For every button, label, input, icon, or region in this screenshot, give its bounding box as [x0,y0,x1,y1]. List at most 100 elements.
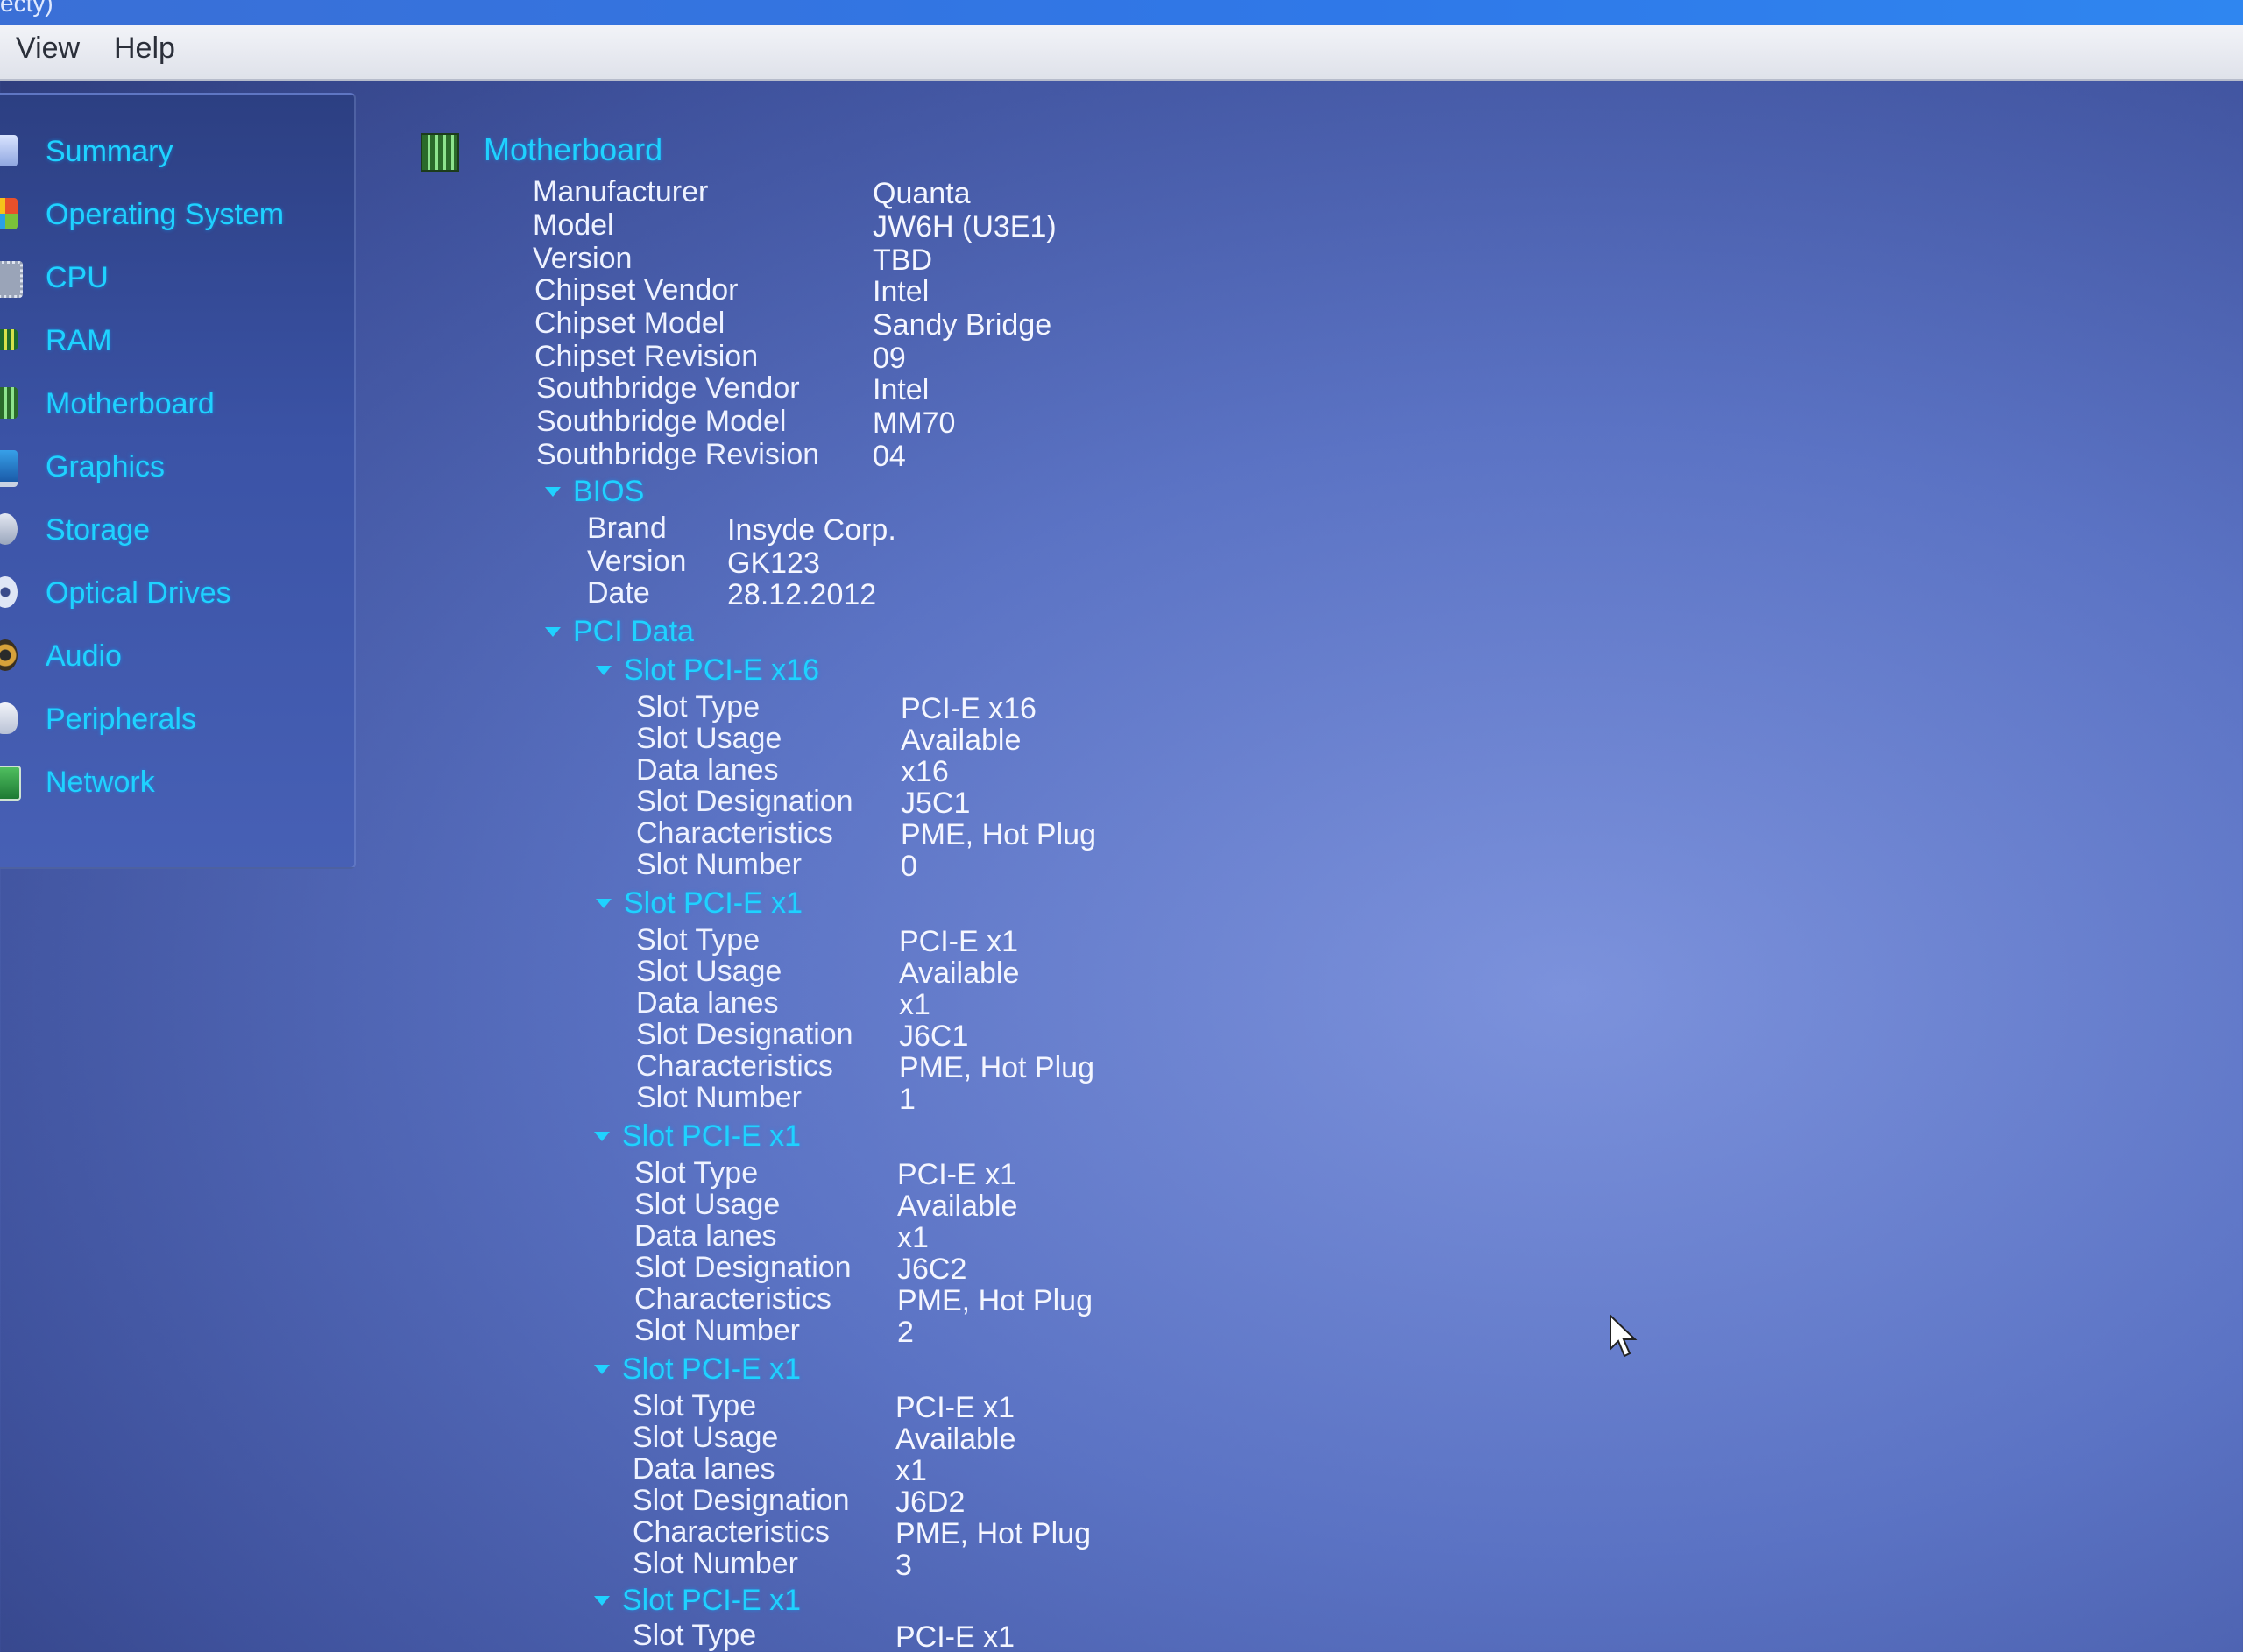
prop-value: PCI-E x1 [895,1620,1015,1652]
prop-value: 04 [873,440,906,473]
prop-label: Manufacturer [533,175,709,208]
sidebar-item-operating-system[interactable]: Operating System [0,189,343,238]
prop-value: 09 [873,342,906,375]
prop-value: PME, Hot Plug [899,1051,1094,1084]
slot-toggle[interactable]: Slot PCI-E x16 [596,653,819,688]
prop-label: Slot Number [636,848,802,881]
sidebar-item-storage[interactable]: Storage [0,505,343,554]
title-bar: ecty) [0,0,2243,25]
prop-label: Slot Number [634,1314,800,1347]
prop-label: Slot Usage [634,1188,781,1221]
sidebar-item-label: Network [46,766,155,799]
sidebar-item-cpu[interactable]: CPU [0,252,343,301]
prop-value: J6C1 [899,1020,969,1053]
slot-toggle[interactable]: Slot PCI-E x1 [594,1584,801,1618]
group-title: BIOS [573,475,645,508]
prop-label: Southbridge Vendor [536,371,800,405]
sidebar-item-label: Optical Drives [46,576,231,610]
prop-label: Data lanes [634,1219,777,1253]
sidebar-item-graphics[interactable]: Graphics [0,441,343,491]
slot-title: Slot PCI-E x1 [622,1352,802,1386]
cpu-icon [0,261,23,298]
prop-label: Southbridge Model [536,405,787,438]
prop-label: Southbridge Revision [536,438,820,471]
slot-toggle[interactable]: Slot PCI-E x1 [596,886,803,921]
prop-value: x1 [897,1221,929,1254]
prop-value: PME, Hot Plug [901,818,1096,851]
expand-arrow-icon[interactable] [594,1364,610,1374]
prop-value: Insyde Corp. [727,513,896,547]
prop-value: 28.12.2012 [727,578,877,611]
prop-value: J5C1 [901,787,971,820]
prop-value: MM70 [873,406,956,440]
sidebar-item-label: RAM [46,324,112,357]
expand-arrow-icon[interactable] [545,626,561,637]
prop-label: Slot Designation [633,1484,850,1517]
sidebar-item-label: CPU [46,261,109,294]
prop-value: 2 [897,1316,914,1349]
prop-value: PCI-E x1 [897,1158,1017,1191]
prop-label: Slot Designation [636,1018,853,1051]
prop-label: Characteristics [636,1049,833,1083]
menu-view[interactable]: View [16,32,80,66]
prop-label: Chipset Model [534,307,725,340]
prop-label: Characteristics [636,816,833,850]
prop-label: Slot Designation [636,785,853,818]
expand-arrow-icon[interactable] [594,1595,610,1606]
window-title: ecty) [0,0,53,17]
prop-value: PCI-E x1 [899,925,1019,958]
sidebar-item-network[interactable]: Network [0,757,343,806]
bios-group-toggle[interactable]: BIOS [545,475,644,509]
prop-value: TBD [873,244,932,277]
prop-label: Chipset Vendor [534,273,739,307]
mouse-cursor-icon [1610,1314,1638,1358]
summary-icon [0,135,18,166]
prop-value: x1 [895,1454,927,1487]
prop-label: Version [533,242,633,275]
menu-bar: View Help [0,25,2243,81]
prop-label: Slot Type [633,1619,757,1652]
pci-group-toggle[interactable]: PCI Data [545,615,694,649]
expand-arrow-icon[interactable] [545,486,561,497]
prop-label: Date [587,576,650,610]
os-icon [0,198,18,229]
prop-value: J6D2 [895,1486,966,1519]
prop-value: x16 [901,755,949,788]
sidebar-item-optical-drives[interactable]: Optical Drives [0,568,343,617]
expand-arrow-icon[interactable] [596,665,612,675]
prop-label: Data lanes [633,1452,775,1486]
prop-label: Slot Type [636,923,761,957]
prop-label: Brand [587,512,667,545]
sidebar-item-summary[interactable]: Summary [0,126,343,175]
motherboard-icon [421,133,459,172]
peripherals-icon [0,702,18,734]
sidebar-item-peripherals[interactable]: Peripherals [0,694,343,743]
slot-toggle[interactable]: Slot PCI-E x1 [594,1119,801,1154]
section-title: Motherboard [484,131,663,167]
sidebar-item-motherboard[interactable]: Motherboard [0,378,343,427]
menu-help[interactable]: Help [114,32,175,66]
prop-label: Model [533,208,614,242]
prop-label: Characteristics [633,1515,830,1549]
optical-drive-icon [0,576,18,608]
prop-label: Data lanes [636,753,779,787]
sidebar-item-label: Motherboard [46,387,215,420]
sidebar-item-label: Storage [46,513,151,547]
prop-label: Version [587,545,687,578]
prop-value: PCI-E x16 [901,692,1037,725]
prop-value: PME, Hot Plug [895,1517,1091,1550]
prop-label: Slot Type [633,1389,757,1423]
prop-value: Available [899,957,1020,990]
prop-label: Characteristics [634,1282,831,1316]
prop-value: Available [901,724,1022,757]
prop-label: Data lanes [636,986,779,1020]
prop-label: Slot Designation [634,1251,852,1284]
sidebar: Summary Operating System CPU RAM Motherb… [0,93,356,869]
expand-arrow-icon[interactable] [596,898,612,908]
sidebar-item-audio[interactable]: Audio [0,631,343,680]
prop-label: Slot Usage [636,722,782,755]
slot-toggle[interactable]: Slot PCI-E x1 [594,1352,801,1387]
sidebar-item-ram[interactable]: RAM [0,315,343,364]
ram-icon [0,329,18,350]
expand-arrow-icon[interactable] [594,1131,610,1141]
